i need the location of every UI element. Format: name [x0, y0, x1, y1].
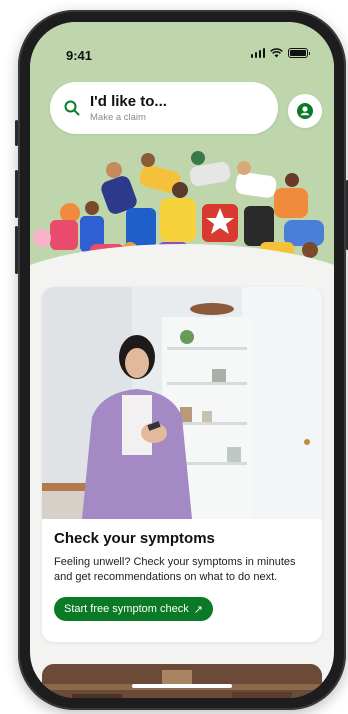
search-title: I'd like to... — [90, 93, 167, 110]
woman-using-phone-photo — [42, 287, 322, 519]
status-time: 9:41 — [66, 48, 93, 63]
claim-search-button[interactable]: I'd like to... Make a claim — [50, 82, 278, 134]
search-icon — [64, 100, 80, 116]
app-screen: 9:41 I'd like to... Make a claim Check y… — [30, 22, 334, 698]
phone-mute-switch — [15, 120, 18, 146]
card-title: Check your symptoms — [54, 530, 215, 547]
profile-icon — [297, 103, 313, 119]
phone-volume-up — [15, 170, 18, 218]
card-description: Feeling unwell? Check your symptoms in m… — [54, 556, 296, 583]
status-bar: 9:41 — [30, 22, 334, 66]
battery-icon — [288, 48, 310, 58]
search-subtitle: Make a claim — [90, 112, 146, 123]
search-texts: I'd like to... Make a claim — [90, 93, 167, 123]
phone-volume-down — [15, 226, 18, 274]
home-indicator[interactable] — [132, 684, 232, 688]
symptom-check-card[interactable]: Check your symptoms Feeling unwell? Chec… — [42, 287, 322, 642]
next-card-peek[interactable] — [42, 664, 322, 698]
wifi-icon — [270, 48, 283, 58]
cellular-signal-icon — [250, 48, 265, 58]
next-card-photo — [42, 664, 322, 698]
cta-label: Start free symptom check — [64, 603, 189, 615]
start-symptom-check-button[interactable]: Start free symptom check ↗ — [54, 597, 213, 621]
profile-button[interactable] — [288, 94, 322, 128]
status-icons — [250, 48, 310, 58]
phone-frame: 9:41 I'd like to... Make a claim Check y… — [15, 10, 348, 710]
arrow-up-right-icon: ↗ — [193, 603, 203, 616]
card-body: Check your symptoms Feeling unwell? Chec… — [54, 530, 312, 621]
